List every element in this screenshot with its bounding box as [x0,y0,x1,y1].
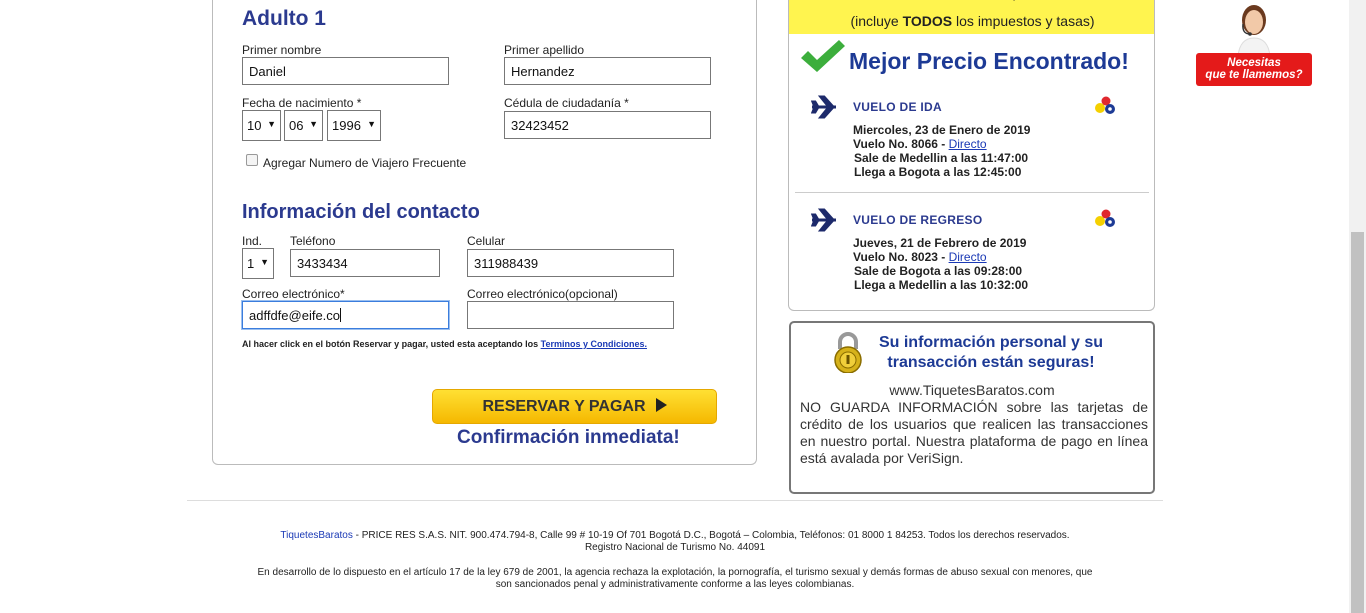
birth-year-select[interactable]: 1996 ▼ [327,110,381,141]
flight-divider [795,192,1149,193]
frequent-flyer-label: Agregar Numero de Viajero Frecuente [263,156,467,170]
birth-day-value: 10 [247,118,262,133]
callback-line1: Necesitas [1227,57,1281,69]
birth-month-select[interactable]: 06 ▼ [284,110,323,141]
outbound-title: VUELO DE IDA [853,100,942,114]
return-flight-number: Vuelo No. 8023 - Directo [853,250,987,264]
footer-divider [187,500,1163,501]
page: { "passenger": { "heading": "Adulto 1", … [0,0,1366,613]
terms-notice: Al hacer click en el botón Reservar y pa… [242,339,647,349]
passenger-heading: Adulto 1 [242,7,326,30]
checkmark-icon [801,40,845,72]
outbound-depart: Sale de Medellin a las 11:47:00 [854,151,1029,165]
email-label: Correo electrónico* [242,287,345,301]
airline-logo-icon [1095,96,1115,114]
email-value: adffdfe@eife.co [249,308,341,323]
terms-text: Al hacer click en el botón Reservar y pa… [242,339,541,349]
ind-value: 1 [247,256,255,271]
ind-select[interactable]: 1 ▼ [242,248,274,279]
price-band: TOTAL $ 000.000 COP (incluye TODOS los i… [789,0,1154,34]
airplane-return-icon [811,208,836,232]
contact-heading: Información del contacto [242,201,480,223]
best-price-heading: Mejor Precio Encontrado! [849,48,1129,74]
support-agent-icon [1237,5,1271,56]
footer-legal-line1: En desarrollo de lo dispuesto en el artí… [257,567,1093,578]
frequent-flyer-checkbox[interactable] [246,154,258,166]
padlock-icon [834,332,862,373]
email2-label: Correo electrónico(opcional) [467,287,618,301]
first-name-input[interactable]: Daniel [242,57,449,85]
phone-label: Teléfono [290,234,336,248]
birth-date-label: Fecha de nacimiento * [242,96,362,110]
return-arrive: Llega a Medellin a las 10:32:00 [854,278,1029,292]
outbound-arrive: Llega a Bogota a las 12:45:00 [854,165,1022,179]
chevron-down-icon: ▼ [267,119,276,129]
callback-badge[interactable]: Necesitas que te llamemos? [1196,53,1312,86]
outbound-flight-prefix: Vuelo No. 8066 - [853,137,949,151]
footer-brand-link[interactable]: TiquetesBaratos [280,530,352,541]
return-title: VUELO DE REGRESO [853,213,983,227]
return-depart: Sale de Bogota a las 09:28:00 [854,264,1023,278]
id-input[interactable]: 32423452 [504,111,711,139]
tax-suffix: los impuestos y tasas) [952,13,1095,29]
terms-link[interactable]: Terminos y Condiciones. [541,339,647,349]
email2-input[interactable] [467,301,674,329]
phone-input[interactable]: 3433434 [290,249,440,277]
mobile-label: Celular [467,234,506,248]
reserve-and-pay-label: RESERVAR Y PAGAR [482,398,646,415]
security-body: NO GUARDA INFORMACIÓN sobre las tarjetas… [800,399,1148,466]
return-direct-link[interactable]: Directo [949,250,987,264]
email-input[interactable]: adffdfe@eife.co [242,301,449,329]
tax-bold: TODOS [902,13,953,29]
chevron-down-icon: ▼ [260,257,269,267]
last-name-label: Primer apellido [504,43,585,57]
text-cursor [340,308,342,322]
footer-company-line: TiquetesBaratos - PRICE RES S.A.S. NIT. … [187,530,1163,542]
security-site: www.TiquetesBaratos.com [889,382,1055,398]
reserve-and-pay-button[interactable]: RESERVAR Y PAGAR [432,389,717,424]
return-flight-prefix: Vuelo No. 8023 - [853,250,949,264]
security-title: Su información personal y su transacción… [878,334,1104,371]
airplane-departure-icon [811,95,836,119]
footer-company-text: - PRICE RES S.A.S. NIT. 900.474.794-8, C… [352,530,1070,541]
birth-day-select[interactable]: 10 ▼ [242,110,281,141]
passenger-form-panel: Adulto 1 Primer nombre Daniel Primer ape… [212,0,757,465]
immediate-confirmation-text: Confirmación inmediata! [457,427,680,448]
play-arrow-icon [655,398,667,412]
outbound-flight-number: Vuelo No. 8066 - Directo [853,137,987,151]
tax-note: (incluye TODOS los impuestos y tasas) [789,13,1154,29]
security-notice-panel: Su información personal y su transacción… [789,321,1155,494]
callback-widget[interactable]: Necesitas que te llamemos? [1196,0,1312,87]
birth-month-value: 06 [289,118,304,133]
birth-year-value: 1996 [332,118,361,133]
outbound-direct-link[interactable]: Directo [949,137,987,151]
footer-registry: Registro Nacional de Turismo No. 44091 [584,542,766,553]
scrollbar-thumb[interactable] [1351,232,1364,613]
id-label: Cédula de ciudadanía * [504,96,629,110]
mobile-input[interactable]: 311988439 [467,249,674,277]
callback-line2: que te llamemos? [1205,69,1303,81]
first-name-label: Primer nombre [242,43,322,57]
outbound-date: Miercoles, 23 de Enero de 2019 [853,123,1031,137]
ind-label: Ind. [242,234,263,248]
tax-prefix: (incluye [850,13,903,29]
vertical-scrollbar[interactable] [1349,0,1366,613]
price-label-cut: TOTAL [817,0,875,4]
airline-logo-icon [1095,209,1115,227]
return-date: Jueves, 21 de Febrero de 2019 [853,236,1027,250]
footer-legal-line2: son sancionados penal y administrativame… [495,579,855,590]
flight-summary-panel: TOTAL $ 000.000 COP (incluye TODOS los i… [788,0,1155,311]
chevron-down-icon: ▼ [309,119,318,129]
chevron-down-icon: ▼ [367,119,376,129]
price-value-cut: $ 000.000 COP [1009,0,1133,4]
last-name-input[interactable]: Hernandez [504,57,711,85]
